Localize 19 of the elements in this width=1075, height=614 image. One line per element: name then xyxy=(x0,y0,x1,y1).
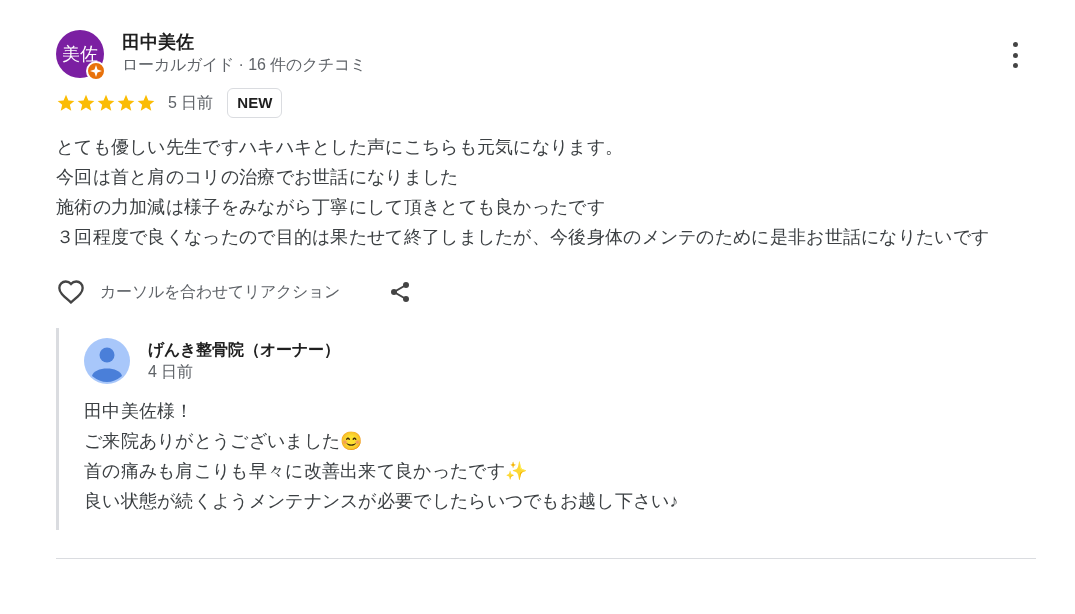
owner-reply-line: 首の痛みも肩こりも早々に改善出来て良かったです✨ xyxy=(84,460,528,483)
new-badge: NEW xyxy=(227,88,283,118)
author-subtitle: ローカルガイド · 16 件のクチコミ xyxy=(122,55,367,75)
owner-reply-time: 4 日前 xyxy=(148,362,195,382)
author-name[interactable]: 田中美佐 xyxy=(122,30,367,54)
review-text-line: 施術の力加減は様子をみながら丁寧にして頂きとても良かったです xyxy=(56,196,605,219)
owner-reply-line: 田中美佐様！ xyxy=(84,400,194,423)
review-text-line: 今回は首と肩のコリの治療でお世話になりました xyxy=(56,166,459,189)
share-icon[interactable] xyxy=(388,279,412,305)
owner-reply-line: 良い状態が続くようメンテナンスが必要でしたらいつでもお越し下さい♪ xyxy=(84,490,679,513)
review-text-line: ３回程度で良くなったので目的は果たせて終了しましたが、今後身体のメンテのために是非お世話になりたいです xyxy=(56,226,990,249)
heart-icon[interactable] xyxy=(56,278,86,306)
review-text-line: とても優しい先生ですハキハキとした声にこちらも元気になります。 xyxy=(56,136,624,159)
owner-name: げんき整骨院（オーナー） xyxy=(148,340,340,360)
reaction-hint: カーソルを合わせてリアクション xyxy=(100,282,340,302)
more-options-button[interactable] xyxy=(1011,42,1019,68)
owner-avatar xyxy=(84,338,130,384)
review-time: 5 日前 xyxy=(168,93,214,113)
owner-reply-line: ご来院ありがとうございました😊 xyxy=(84,430,363,453)
